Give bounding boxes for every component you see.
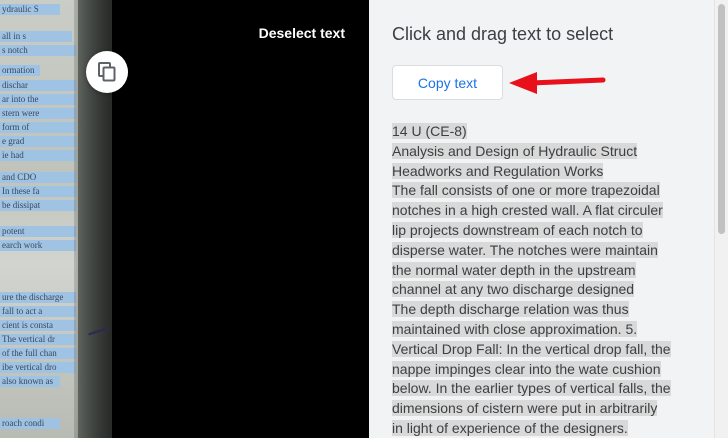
selected-text-region[interactable]: also known as	[0, 376, 60, 387]
selected-text: the normal water depth in the upstream	[392, 261, 636, 278]
dim-overlay: Deselect text	[112, 0, 369, 438]
region-text: ormation	[2, 65, 35, 75]
region-text: roach condi	[2, 418, 45, 428]
selected-text-region[interactable]: ie had	[0, 150, 76, 161]
text-line[interactable]: notches in a high crested wall. A flat c…	[392, 201, 671, 221]
selected-text: below. In the earlier types of vertical …	[392, 380, 671, 397]
selected-text-region[interactable]: e grad	[0, 136, 76, 147]
copy-text-button[interactable]: Copy text	[392, 65, 503, 100]
selected-text: Analysis and Design of Hydraulic Struct	[392, 142, 638, 159]
region-text: of the full chan	[2, 348, 57, 358]
selected-text-region[interactable]: ydraulic S	[0, 4, 60, 15]
selected-text: 14 U (CE-8)	[392, 123, 467, 139]
selected-text-region[interactable]: ormation	[0, 65, 40, 76]
region-text: fall to act a	[2, 306, 43, 316]
text-line[interactable]: Headworks and Regulation Works	[392, 162, 671, 182]
region-text: ie had	[2, 150, 24, 160]
text-line[interactable]: The depth discharge relation was thus	[392, 300, 671, 320]
selected-text: lip projects downstream of each notch to	[392, 221, 643, 238]
region-text: ibe vertical dro	[2, 362, 57, 372]
text-line[interactable]: below. In the earlier types of vertical …	[392, 379, 671, 399]
deselect-text-button[interactable]: Deselect text	[259, 25, 345, 41]
selected-text-region[interactable]: and CDO	[0, 172, 76, 183]
scrollbar[interactable]	[714, 0, 728, 438]
region-text: In these fa	[2, 186, 40, 196]
selected-text-region[interactable]: ure the discharge	[0, 292, 76, 303]
text-line[interactable]: lip projects downstream of each notch to	[392, 221, 671, 241]
text-line[interactable]: the normal water depth in the upstream	[392, 261, 671, 281]
text-line[interactable]: maintained with close approximation. 5.	[392, 320, 671, 340]
region-text: also known as	[2, 376, 53, 386]
copy-icon-button[interactable]	[86, 51, 128, 93]
selected-text-region[interactable]: fall to act a	[0, 306, 76, 317]
selected-text-region[interactable]: potent	[0, 226, 76, 237]
text-line[interactable]: disperse water. The notches were maintai…	[392, 241, 671, 261]
text-line[interactable]: channel at any two discharge designed	[392, 280, 671, 300]
selected-text-region[interactable]: form of	[0, 122, 76, 133]
text-line[interactable]: nappe impinges clear into the wate cushi…	[392, 360, 671, 380]
text-line[interactable]: Analysis and Design of Hydraulic Struct	[392, 142, 671, 162]
selected-text-region[interactable]: earch work	[0, 240, 76, 251]
text-line[interactable]: 14 U (CE-8)	[392, 122, 671, 142]
selected-text: channel at any two discharge designed	[392, 281, 635, 298]
region-text: ydraulic S	[2, 4, 39, 14]
selected-text: The depth discharge relation was thus	[392, 301, 629, 318]
selected-text-region[interactable]: The vertical dr	[0, 334, 76, 345]
selected-text: in light of experience of the designers.	[392, 419, 628, 436]
selected-text: disperse water. The notches were maintai…	[392, 241, 658, 258]
region-text: earch work	[2, 240, 43, 250]
selected-text: Vertical Drop Fall: In the vertical drop…	[392, 340, 671, 357]
extracted-text-panel: Click and drag text to select Copy text …	[369, 0, 714, 438]
selected-text-region[interactable]: ibe vertical dro	[0, 362, 76, 373]
scrollbar-thumb[interactable]	[718, 4, 725, 234]
selected-text-region[interactable]: of the full chan	[0, 348, 76, 359]
selected-text-region[interactable]: In these fa	[0, 186, 76, 197]
region-text: form of	[2, 122, 30, 132]
region-text: potent	[2, 226, 25, 236]
extracted-text[interactable]: 14 U (CE-8) Analysis and Design of Hydra…	[392, 122, 671, 438]
region-text: be dissipat	[2, 200, 41, 210]
region-text: all in s	[2, 31, 26, 41]
red-arrow-annotation	[509, 72, 606, 94]
selected-text-region[interactable]: cient is consta	[0, 320, 76, 331]
text-line[interactable]: dimensions of cistern were put in arbitr…	[392, 399, 671, 419]
region-text: dischar	[2, 80, 28, 90]
selected-text: nappe impinges clear into the wate cushi…	[392, 360, 661, 377]
copy-icon	[98, 62, 116, 82]
selected-text-region[interactable]: all in s	[0, 31, 72, 42]
selected-text-region[interactable]: roach condi	[0, 418, 60, 429]
selected-text-region[interactable]: be dissipat	[0, 200, 76, 211]
selected-text: The fall consists of one or more trapezo…	[392, 182, 660, 199]
selected-text: maintained with close approximation. 5.	[392, 320, 638, 337]
panel-heading: Click and drag text to select	[392, 24, 614, 44]
text-line[interactable]: The fall consists of one or more trapezo…	[392, 181, 671, 201]
region-text: s notch	[2, 45, 28, 55]
selected-text: Headworks and Regulation Works	[392, 162, 604, 179]
region-text: The vertical dr	[2, 334, 55, 344]
selected-text-region[interactable]: stern were	[0, 108, 76, 119]
selected-text: notches in a high crested wall. A flat c…	[392, 202, 663, 219]
region-text: and CDO	[2, 172, 37, 182]
region-text: cient is consta	[2, 320, 53, 330]
region-text: ure the discharge	[2, 292, 64, 302]
selected-text: dimensions of cistern were put in arbitr…	[392, 400, 658, 417]
region-text: e grad	[2, 136, 25, 146]
region-text: stern were	[2, 108, 40, 118]
region-text: ar into the	[2, 94, 39, 104]
text-line[interactable]: in light of experience of the designers.	[392, 419, 671, 438]
selected-text-region[interactable]: dischar	[0, 80, 76, 91]
selected-text-region[interactable]: s notch	[0, 45, 76, 56]
selected-text-region[interactable]: ar into the	[0, 94, 76, 105]
text-line[interactable]: Vertical Drop Fall: In the vertical drop…	[392, 340, 671, 360]
